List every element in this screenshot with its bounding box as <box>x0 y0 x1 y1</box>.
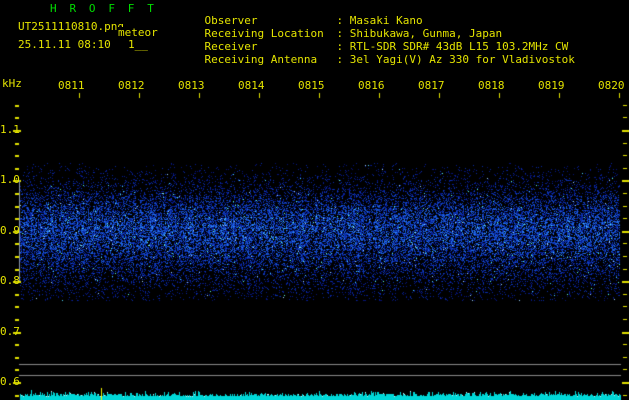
header-row-antenna: Receiving Antenna: 3el Yagi(V) Az 330 fo… <box>178 42 575 78</box>
time-label: 0814 <box>238 79 265 92</box>
header-value: 3el Yagi(V) Az 330 for Vladivostok <box>349 53 575 66</box>
freq-label: 0.7 <box>0 325 20 338</box>
freq-label: 0.9 <box>0 224 20 237</box>
time-label: 0813 <box>178 79 205 92</box>
counter-label: 1__ <box>128 38 148 51</box>
header-separator: : <box>336 53 350 66</box>
time-label: 0820 <box>598 79 625 92</box>
time-label: 0815 <box>298 79 325 92</box>
time-label: 0816 <box>358 79 385 92</box>
time-label: 0812 <box>118 79 145 92</box>
app-title: H R O F F T <box>50 2 157 15</box>
freq-label: 1.1 <box>0 123 20 136</box>
time-label: 0819 <box>538 79 565 92</box>
output-filename: UT2511110810.png <box>18 20 124 33</box>
freq-axis-unit: kHz <box>2 77 22 90</box>
freq-label: 0.8 <box>0 274 20 287</box>
timestamp: 25.11.11 08:10 <box>18 38 111 51</box>
hrofft-output: H R O F F T UT2511110810.png meteor 25.1… <box>0 0 629 400</box>
time-label: 0811 <box>58 79 85 92</box>
time-label: 0818 <box>478 79 505 92</box>
time-label: 0817 <box>418 79 445 92</box>
freq-label: 1.0 <box>0 173 20 186</box>
freq-label: 0.6 <box>0 375 20 388</box>
header-label: Receiving Antenna <box>204 53 318 66</box>
